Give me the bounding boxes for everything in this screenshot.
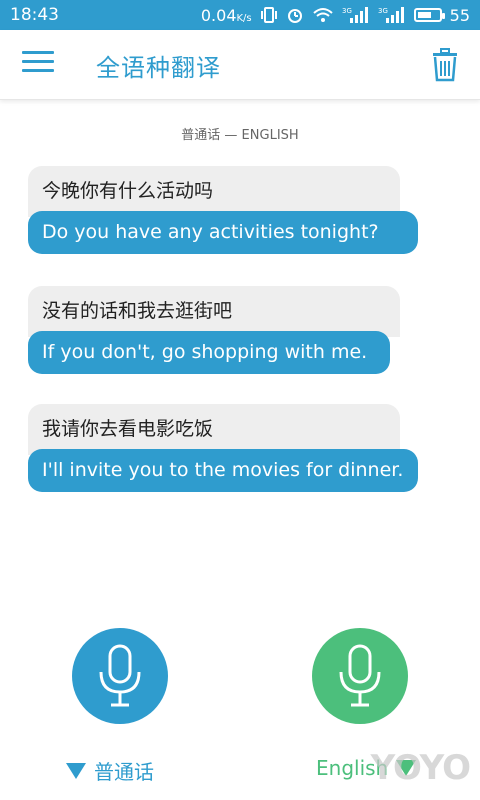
vibrate-icon — [260, 7, 277, 23]
network-speed: 0.04K/s — [200, 5, 252, 25]
cell-signal-icon: 3G — [342, 7, 368, 23]
conversation-item[interactable]: 没有的话和我去逛街吧 If you don't, go shopping wit… — [28, 286, 418, 374]
page-title: 全语种翻译 — [96, 54, 221, 82]
translation-text: If you don't, go shopping with me. — [28, 331, 390, 374]
mic-button-source[interactable] — [72, 628, 168, 724]
dropdown-triangle-icon — [66, 762, 86, 779]
source-text: 今晚你有什么活动吗 — [28, 166, 400, 217]
translation-text: I'll invite you to the movies for dinner… — [28, 449, 418, 492]
source-text: 我请你去看电影吃饭 — [28, 404, 400, 455]
conversation-item[interactable]: 今晚你有什么活动吗 Do you have any activities ton… — [28, 166, 418, 254]
source-language-label: 普通话 — [94, 760, 154, 784]
status-bar: 18:43 0.04K/s 3G 3G 55 — [0, 0, 480, 30]
menu-button[interactable] — [22, 51, 54, 79]
trash-icon — [433, 48, 457, 82]
microphone-icon — [339, 644, 381, 707]
alarm-icon — [287, 9, 302, 23]
source-text: 没有的话和我去逛街吧 — [28, 286, 400, 337]
menu-icon — [22, 51, 54, 54]
svg-text:3G: 3G — [342, 7, 352, 15]
conversation-item[interactable]: 我请你去看电影吃饭 I'll invite you to the movies … — [28, 404, 418, 492]
language-pair-caption: 普通话 — ENGLISH — [181, 128, 299, 143]
status-icons: 0.04K/s 3G 3G 55 — [201, 6, 470, 25]
cell-signal-icon-2: 3G — [378, 7, 404, 23]
battery-icon — [413, 8, 445, 22]
app-bar: 全语种翻译 — [0, 30, 480, 100]
status-time: 18:43 — [10, 5, 59, 25]
clear-history-button[interactable] — [432, 48, 458, 82]
mic-button-target[interactable] — [312, 628, 408, 724]
watermark-logo: YOYO — [370, 748, 471, 788]
source-language-selector[interactable]: 普通话 — [66, 756, 154, 785]
translation-text: Do you have any activities tonight? — [28, 211, 418, 254]
wifi-icon — [312, 8, 333, 22]
battery-level: 55 — [449, 5, 470, 25]
svg-text:3G: 3G — [378, 7, 388, 15]
microphone-icon — [99, 644, 141, 707]
